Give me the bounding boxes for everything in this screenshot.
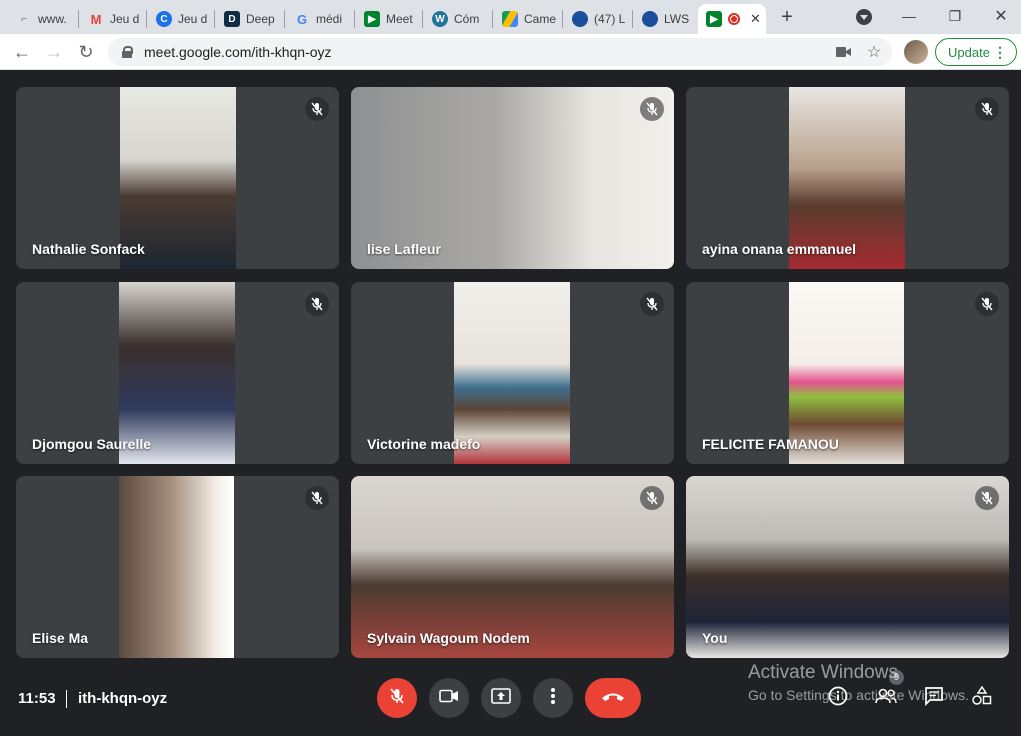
lws-icon [642,11,658,27]
meeting-clock: 11:53 [18,690,56,707]
minimize-icon[interactable]: — [886,4,932,28]
mic-off-icon [640,292,664,316]
participant-name: Sylvain Wagoum Nodem [367,630,530,646]
divider [66,690,67,708]
drive-icon [502,11,518,27]
more-vert-icon [550,687,556,710]
browser-tab-6[interactable]: ▶ Meet [356,4,420,34]
participant-tile[interactable]: FELICITE FAMANOU [686,282,1009,464]
mic-off-icon [975,292,999,316]
browser-tab-10[interactable]: LWS [634,4,700,34]
lws-icon [572,11,588,27]
browser-tab-strip: ⌐ www. M Jeu d C Jeu d D Deep G médi ▶ M… [0,0,1021,34]
browser-tab-active[interactable]: ▶ ✕ [698,4,766,34]
participant-tile[interactable]: Sylvain Wagoum Nodem [351,476,674,658]
tab-search-icon[interactable] [856,9,872,25]
browser-toolbar: ← → ↻ meet.google.com/ith-khqn-oyz ☆ Upd… [0,34,1021,70]
mic-off-icon [305,97,329,121]
shapes-icon [972,685,992,711]
generic-page-icon: ⌐ [21,13,27,25]
google-icon: G [296,11,308,27]
mic-off-icon [305,292,329,316]
video-feed [119,476,234,658]
participant-tile[interactable]: lise Lafleur [351,87,674,269]
participant-name: Djomgou Saurelle [32,436,152,452]
update-button[interactable]: Update ⋮ [935,38,1017,66]
browser-tab-1[interactable]: ⌐ www. [8,4,76,34]
profile-avatar[interactable] [904,40,928,64]
participant-name: ayina onana emmanuel [702,241,857,257]
video-feed [686,476,1009,658]
mic-off-icon [640,97,664,121]
participant-name: You [702,630,728,646]
participant-name: Elise Ma [32,630,89,646]
present-screen-button[interactable] [481,678,521,718]
camera-toggle-button[interactable] [429,678,469,718]
back-icon[interactable]: ← [10,40,34,64]
deepl-icon: D [224,11,240,27]
participant-name: Victorine madefo [367,436,481,452]
url-text[interactable]: meet.google.com/ith-khqn-oyz [144,44,332,60]
meeting-code: ith-khqn-oyz [78,690,168,707]
participant-name: lise Lafleur [367,241,441,257]
present-icon [491,687,511,709]
gmail-icon: M [90,11,102,27]
more-options-button[interactable] [533,678,573,718]
mic-off-icon [388,687,406,710]
browser-tab-8[interactable]: Came [494,4,560,34]
participant-tile[interactable]: Djomgou Saurelle [16,282,339,464]
leave-call-button[interactable] [585,678,641,718]
browser-tab-7[interactable]: W Cóm [424,4,490,34]
forward-icon[interactable]: → [42,40,66,64]
camera-icon [439,689,459,708]
bookmark-star-icon[interactable]: ☆ [866,44,882,61]
c-logo-icon: C [156,11,172,27]
participant-tile[interactable]: You [686,476,1009,658]
wordpress-icon: W [432,11,448,27]
mic-off-icon [305,486,329,510]
activities-button[interactable] [970,685,994,711]
restore-icon[interactable]: ❐ [932,4,978,28]
mic-off-icon [640,486,664,510]
reload-icon[interactable]: ↻ [74,40,98,64]
participant-name: Nathalie Sonfack [32,241,145,257]
lock-icon [122,46,133,58]
microphone-toggle-button[interactable] [377,678,417,718]
new-tab-button[interactable]: + [776,6,798,28]
browser-tab-3[interactable]: C Jeu d [148,4,212,34]
meet-icon: ▶ [364,11,380,27]
address-bar[interactable]: meet.google.com/ith-khqn-oyz ☆ [108,38,892,66]
browser-tab-5[interactable]: G médi [286,4,352,34]
browser-tab-2[interactable]: M Jeu d [80,4,144,34]
participant-tile[interactable]: Elise Ma [16,476,339,658]
windows-activation-watermark: Activate Windows Go to Settings to activ… [748,662,969,703]
participant-tile[interactable]: Nathalie Sonfack [16,87,339,269]
menu-dots-icon: ⋮ [993,44,1007,60]
participant-tile[interactable]: ayina onana emmanuel [686,87,1009,269]
participant-tile[interactable]: Victorine madefo [351,282,674,464]
close-tab-icon[interactable]: ✕ [750,11,761,27]
browser-tab-4[interactable]: D Deep [216,4,282,34]
participant-name: FELICITE FAMANOU [702,436,839,452]
recording-icon [728,13,740,25]
mic-off-icon [975,97,999,121]
hang-up-icon [601,689,625,707]
meet-icon: ▶ [706,11,722,27]
close-window-icon[interactable]: ✕ [978,4,1021,28]
camera-in-use-icon[interactable] [836,44,852,60]
mic-off-icon [975,486,999,510]
browser-tab-9[interactable]: (47) L [564,4,630,34]
